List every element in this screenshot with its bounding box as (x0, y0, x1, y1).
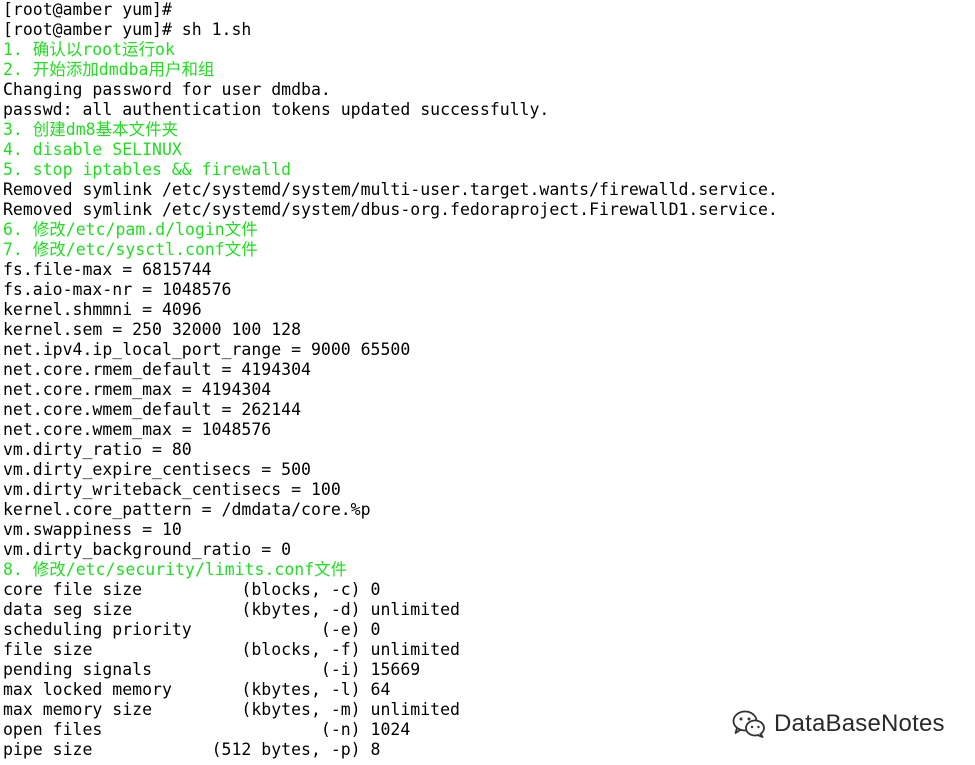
terminal-line: scheduling priority (-e) 0 (3, 620, 381, 639)
terminal-line: passwd: all authentication tokens update… (3, 100, 550, 119)
terminal-line: Changing password for user dmdba. (3, 80, 331, 99)
terminal-line: 1. 确认以root运行ok (3, 40, 175, 59)
terminal-line: fs.file-max = 6815744 (3, 260, 212, 279)
terminal-line: 2. 开始添加dmdba用户和组 (3, 60, 215, 79)
terminal-line: data seg size (kbytes, -d) unlimited (3, 600, 460, 619)
terminal-line: net.core.wmem_default = 262144 (3, 400, 302, 419)
terminal-line: [root@amber yum]# (3, 0, 172, 19)
watermark: DataBaseNotes (728, 706, 949, 742)
terminal-line: 7. 修改/etc/sysctl.conf文件 (3, 240, 258, 259)
terminal-line-partial (3, 760, 975, 765)
terminal-line: kernel.core_pattern = /dmdata/core.%p (3, 500, 371, 519)
terminal-output: [root@amber yum]# [root@amber yum]# sh 1.… (3, 0, 975, 760)
terminal-line: 5. stop iptables && firewalld (3, 160, 292, 179)
terminal-line: kernel.sem = 250 32000 100 128 (3, 320, 302, 339)
terminal-line: vm.dirty_writeback_centisecs = 100 (3, 480, 341, 499)
terminal-line: vm.dirty_ratio = 80 (3, 440, 192, 459)
terminal-line: core file size (blocks, -c) 0 (3, 580, 381, 599)
wechat-icon (732, 710, 765, 738)
terminal-line: fs.aio-max-nr = 1048576 (3, 280, 232, 299)
terminal-line: net.core.rmem_default = 4194304 (3, 360, 311, 379)
terminal-line: net.core.rmem_max = 4194304 (3, 380, 272, 399)
terminal-line: Removed symlink /etc/systemd/system/mult… (3, 180, 778, 199)
terminal-line: vm.dirty_expire_centisecs = 500 (3, 460, 311, 479)
terminal-line: net.ipv4.ip_local_port_range = 9000 6550… (3, 340, 411, 359)
terminal-line: pipe size (512 bytes, -p) 8 (3, 740, 381, 759)
terminal-line: vm.dirty_background_ratio = 0 (3, 540, 292, 559)
terminal-line: [root@amber yum]# sh 1.sh (3, 20, 252, 39)
terminal-line: 8. 修改/etc/security/limits.conf文件 (3, 560, 348, 579)
terminal-line: 4. disable SELINUX (3, 140, 182, 159)
terminal-line: kernel.shmmni = 4096 (3, 300, 202, 319)
terminal-line: net.core.wmem_max = 1048576 (3, 420, 272, 439)
watermark-text: DataBaseNotes (774, 710, 945, 737)
terminal-line: file size (blocks, -f) unlimited (3, 640, 460, 659)
terminal-line: pending signals (-i) 15669 (3, 660, 421, 679)
terminal-line: 3. 创建dm8基本文件夹 (3, 120, 179, 139)
terminal-line: 6. 修改/etc/pam.d/login文件 (3, 220, 258, 239)
terminal-line: Removed symlink /etc/systemd/system/dbus… (3, 200, 778, 219)
terminal-line: vm.swappiness = 10 (3, 520, 182, 539)
terminal-line: max locked memory (kbytes, -l) 64 (3, 680, 391, 699)
terminal-window[interactable]: [root@amber yum]# [root@amber yum]# sh 1.… (0, 0, 975, 765)
